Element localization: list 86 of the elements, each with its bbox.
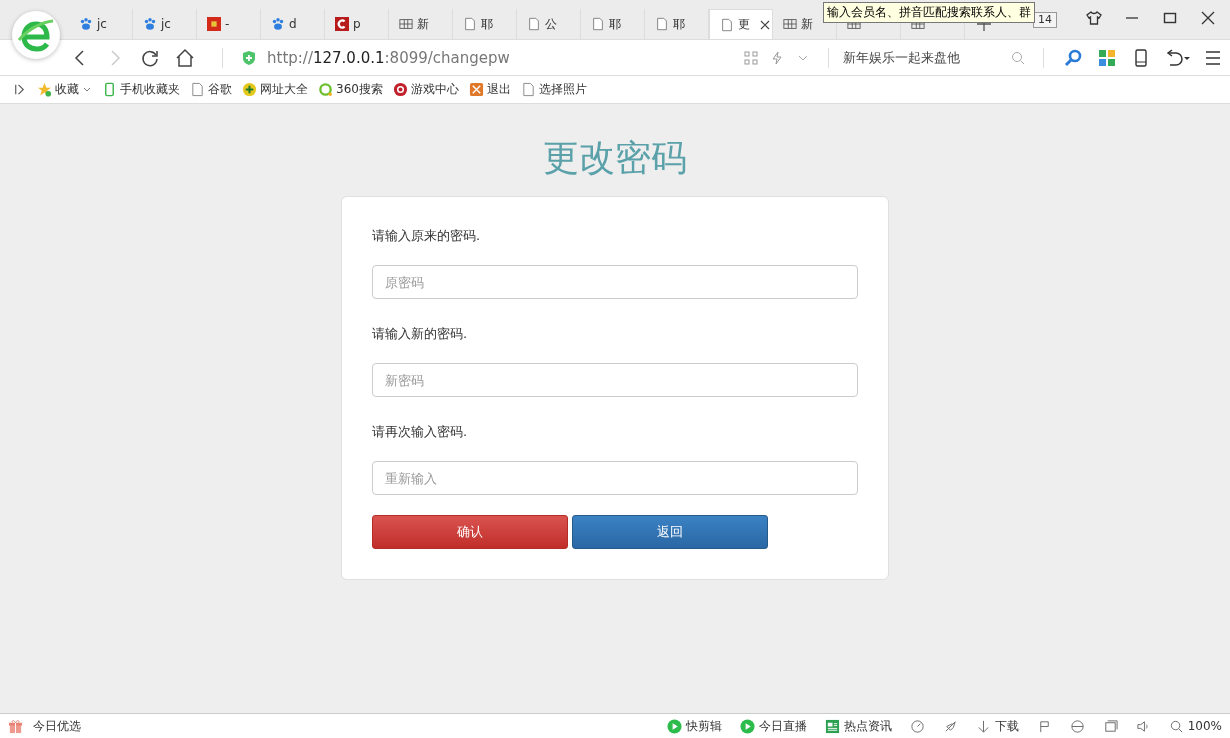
home-icon[interactable]: [175, 47, 195, 68]
page-icon: [190, 82, 205, 97]
paw-icon: [143, 17, 157, 31]
browser-tab[interactable]: 耶: [581, 9, 645, 39]
paw-icon: [79, 17, 93, 31]
speaker-icon[interactable]: [1135, 718, 1151, 734]
download-item[interactable]: 下载: [975, 717, 1019, 735]
tab-title: -: [225, 17, 230, 31]
shirt-icon[interactable]: [1086, 10, 1102, 26]
sidebar-toggle-icon[interactable]: [12, 82, 27, 97]
browser-tab[interactable]: p: [325, 9, 389, 39]
field-label: 请输入新的密码.: [372, 325, 469, 343]
browser-tab[interactable]: jc: [69, 9, 133, 39]
tab-title: d: [289, 17, 297, 31]
zoom-item[interactable]: 100%: [1168, 718, 1222, 734]
star-icon: [37, 82, 52, 97]
tab-title: jc: [97, 17, 107, 31]
apps-icon[interactable]: [1097, 47, 1117, 68]
field-label: 请输入原来的密码.: [372, 227, 482, 245]
page-icon: [520, 82, 536, 97]
play-icon: [739, 718, 755, 734]
password-field[interactable]: 重新输入: [372, 461, 858, 495]
phone-icon: [102, 82, 117, 97]
gift-icon: [8, 718, 23, 734]
tab-title: 新: [417, 15, 429, 33]
bookmark-item[interactable]: 游戏中心: [392, 81, 459, 98]
back-button[interactable]: 返回: [572, 515, 768, 549]
browser-tab[interactable]: d: [261, 9, 325, 39]
field-label: 请再次输入密码.: [372, 423, 469, 441]
status-item[interactable]: 热点资讯: [824, 717, 892, 735]
table-icon: [783, 17, 797, 31]
page-icon: [463, 17, 477, 31]
search-icon: [1168, 718, 1184, 734]
tab-title: jc: [161, 17, 171, 31]
status-item[interactable]: 今日优选: [8, 717, 81, 735]
tab-title: 更: [738, 16, 750, 33]
password-field[interactable]: 新密码: [372, 363, 858, 397]
shield-icon: [241, 49, 257, 66]
page-icon: [591, 17, 605, 31]
tab-title: 公: [545, 15, 557, 33]
bookmark-item[interactable]: 收藏: [37, 81, 92, 98]
c-logo-icon: [335, 17, 349, 31]
bookmark-item[interactable]: 选择照片: [520, 81, 587, 98]
page-icon: [720, 17, 734, 32]
game-icon: [392, 82, 408, 97]
close-icon[interactable]: [760, 19, 770, 30]
tab-title: 耶: [481, 15, 493, 33]
tab-count-badge[interactable]: 14: [1033, 12, 1057, 28]
ring-icon: [318, 82, 333, 97]
tab-title: 新: [801, 15, 813, 33]
address-field[interactable]: http://127.0.0.1:8099/changepw: [267, 48, 738, 67]
tab-title: p: [353, 17, 361, 31]
box-icon: [468, 82, 484, 97]
window-icon[interactable]: [1102, 718, 1118, 734]
play-icon: [666, 718, 682, 734]
bookmark-item[interactable]: 网址大全: [242, 81, 308, 98]
browser-tab[interactable]: 新: [389, 9, 453, 39]
tab-title: 耶: [673, 15, 685, 33]
magnifier-icon[interactable]: [1063, 47, 1083, 68]
browser-tab[interactable]: 耶: [453, 9, 517, 39]
bookmark-item[interactable]: 手机收藏夹: [102, 81, 180, 98]
tab-title: 耶: [609, 15, 621, 33]
password-field[interactable]: 原密码: [372, 265, 858, 299]
page-title: 更改密码: [543, 136, 687, 180]
table-icon: [399, 17, 413, 31]
lightning-icon[interactable]: [770, 50, 784, 65]
browser-tab[interactable]: -: [197, 9, 261, 39]
speed-icon[interactable]: [909, 718, 925, 734]
bookmark-item[interactable]: 谷歌: [190, 81, 232, 98]
paw-icon: [271, 17, 285, 31]
page-icon: [527, 17, 541, 31]
page-icon: [655, 17, 669, 31]
news-icon: [824, 718, 840, 734]
tooltip: 输入会员名、拼音匹配搜索联系人、群: [823, 2, 1035, 23]
browser-tab[interactable]: 公: [517, 9, 581, 39]
browser-tab[interactable]: 更: [709, 9, 773, 39]
close-icon[interactable]: [1200, 10, 1216, 26]
bookmark-item[interactable]: 360搜索: [318, 81, 383, 98]
flag-icon: [207, 17, 221, 31]
status-item[interactable]: 快剪辑: [666, 717, 722, 735]
plus-circle-icon: [242, 82, 257, 97]
bookmark-item[interactable]: 退出: [468, 81, 511, 98]
confirm-button[interactable]: 确认: [372, 515, 568, 549]
browser-tab[interactable]: jc: [133, 9, 197, 39]
status-item[interactable]: 今日直播: [739, 717, 807, 735]
maximize-icon[interactable]: [1162, 10, 1178, 26]
